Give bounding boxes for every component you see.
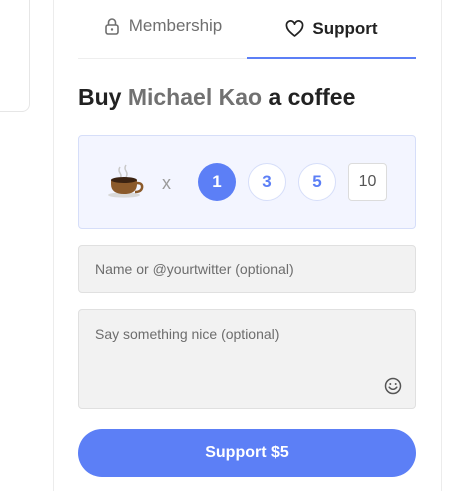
quantity-picker: x 1 3 5 [78, 135, 416, 229]
support-panel: Membership Support Buy Michael Kao a cof… [53, 0, 442, 491]
support-button[interactable]: Support $5 [78, 429, 416, 477]
tab-membership-label: Membership [128, 16, 223, 35]
lock-icon [104, 18, 119, 35]
custom-quantity-input[interactable] [348, 163, 387, 201]
title-suffix: a coffee [268, 84, 356, 110]
coffee-cup-icon [108, 164, 144, 198]
background-card [0, 0, 30, 112]
smiley-icon[interactable] [383, 376, 403, 396]
quantity-option-5[interactable]: 5 [298, 163, 336, 201]
quantity-option-1[interactable]: 1 [198, 163, 236, 201]
multiplier-sign: x [162, 173, 171, 193]
quantity-option-3[interactable]: 3 [248, 163, 286, 201]
page-title: Buy Michael Kao a coffee [78, 84, 355, 111]
tab-support[interactable]: Support [247, 0, 416, 59]
tab-membership[interactable]: Membership [78, 0, 247, 55]
name-field[interactable] [78, 245, 416, 293]
creator-name: Michael Kao [127, 84, 263, 110]
tab-bar: Membership Support [78, 0, 416, 59]
title-prefix: Buy [78, 84, 122, 110]
message-field[interactable] [78, 309, 416, 409]
heart-icon [286, 20, 304, 37]
tab-support-label: Support [312, 19, 378, 38]
